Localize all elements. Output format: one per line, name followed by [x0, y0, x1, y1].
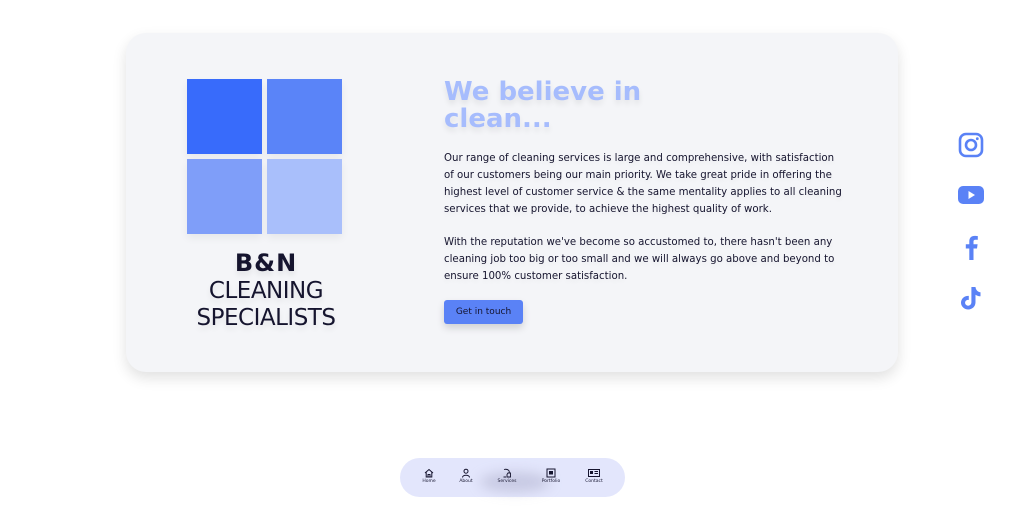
tiktok-icon [960, 286, 980, 309]
youtube-icon [957, 185, 984, 204]
bottom-nav: Home About Services Portfolio Contact [400, 458, 625, 497]
nav-item-portfolio[interactable]: Portfolio [533, 468, 569, 484]
nav-item-contact[interactable]: Contact [576, 468, 612, 484]
user-icon [462, 468, 470, 478]
headline-line2: clean... [444, 104, 552, 134]
logo-square [187, 79, 262, 154]
get-in-touch-button[interactable]: Get in touch [444, 300, 523, 324]
reputation-paragraph: With the reputation we've become so accu… [444, 237, 835, 282]
hero-headline: We believe in clean... [444, 79, 644, 133]
nav-label: Portfolio [541, 479, 561, 484]
nav-label: Services [497, 479, 517, 484]
facebook-icon [965, 235, 978, 260]
instagram-link[interactable] [957, 131, 984, 158]
nav-label: Home [422, 479, 436, 484]
youtube-link[interactable] [957, 181, 984, 208]
brand-name-line3: SPECIALISTS [196, 305, 336, 331]
facebook-link[interactable] [957, 233, 984, 260]
home-icon [424, 468, 434, 478]
brand-name-line2: CLEANING [208, 278, 324, 304]
instagram-icon [958, 132, 983, 157]
hero-card: B&N CLEANING SPECIALISTS We believe in c… [126, 33, 898, 372]
logo-square [267, 159, 342, 234]
nav-item-services[interactable]: Services [489, 468, 525, 484]
brand-name-line1: B&N [234, 249, 298, 277]
tiktok-link[interactable] [957, 284, 984, 311]
nav-item-about[interactable]: About [448, 468, 484, 484]
intro-paragraph: Our range of cleaning services is large … [444, 153, 842, 215]
nav-label: About [459, 479, 473, 484]
nav-item-home[interactable]: Home [411, 468, 447, 484]
brand-logo [187, 79, 343, 235]
logo-square [187, 159, 262, 234]
vacuum-icon [503, 468, 511, 478]
contact-card-icon [588, 469, 600, 477]
headline-line1: We believe in [444, 77, 642, 107]
brand-name: B&N CLEANING SPECIALISTS [166, 248, 366, 332]
logo-square [267, 79, 342, 154]
image-icon [546, 468, 556, 478]
nav-label: Contact [585, 479, 603, 484]
